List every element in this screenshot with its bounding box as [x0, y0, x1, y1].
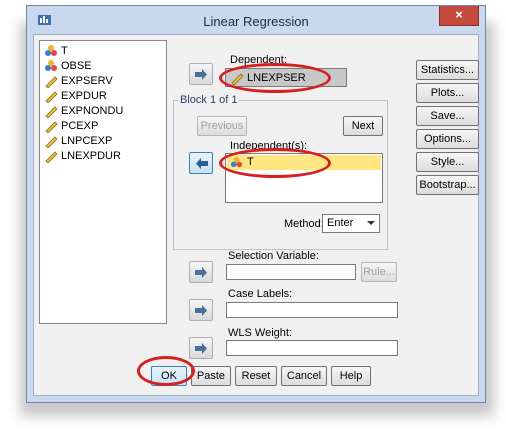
variable-name: LNEXPDUR	[61, 150, 121, 162]
scale-icon	[45, 76, 58, 88]
list-item[interactable]: PCEXP	[44, 119, 98, 133]
case-labels-label: Case Labels:	[228, 288, 293, 300]
list-item[interactable]: LNPCEXP	[44, 134, 112, 148]
scale-icon	[45, 121, 58, 133]
window-title: Linear Regression	[203, 14, 309, 29]
move-to-wls-weight-button[interactable]	[189, 337, 213, 359]
wls-weight-field[interactable]	[226, 340, 398, 356]
nominal-icon	[45, 60, 57, 71]
list-item[interactable]: LNEXPDUR	[44, 149, 121, 163]
arrow-right-icon	[195, 69, 207, 80]
nominal-icon	[45, 45, 57, 56]
arrow-right-icon	[195, 267, 207, 278]
variable-name: T	[61, 45, 68, 57]
list-item[interactable]: EXPSERV	[44, 74, 113, 88]
method-value: Enter	[327, 217, 354, 229]
block-title: Block 1 of 1	[178, 94, 240, 106]
move-to-dependent-button[interactable]	[189, 63, 213, 85]
next-button[interactable]: Next	[343, 116, 383, 136]
selection-variable-field[interactable]	[226, 264, 356, 280]
previous-button[interactable]: Previous	[197, 116, 247, 136]
list-item[interactable]: T	[44, 44, 68, 58]
selection-variable-label: Selection Variable:	[228, 250, 319, 262]
paste-button[interactable]: Paste	[191, 366, 231, 386]
move-to-selection-button[interactable]	[189, 261, 213, 283]
plots-button[interactable]: Plots...	[416, 83, 479, 103]
rule-button[interactable]: Rule...	[361, 262, 397, 282]
chevron-down-icon	[367, 221, 375, 225]
options-button[interactable]: Options...	[416, 129, 479, 149]
variable-name: EXPNONDU	[61, 105, 124, 117]
scale-icon	[45, 136, 58, 148]
statistics-button[interactable]: Statistics...	[416, 60, 479, 80]
annotation-oval-independent	[219, 148, 331, 178]
wls-weight-label: WLS Weight:	[228, 327, 292, 339]
cancel-button[interactable]: Cancel	[281, 366, 327, 386]
variable-name: EXPSERV	[61, 75, 113, 87]
reset-button[interactable]: Reset	[235, 366, 277, 386]
variable-name: EXPDUR	[61, 90, 107, 102]
list-item[interactable]: EXPNONDU	[44, 104, 123, 118]
bootstrap-button[interactable]: Bootstrap...	[416, 175, 479, 195]
style-button[interactable]: Style...	[416, 152, 479, 172]
scale-icon	[45, 151, 58, 163]
close-button[interactable]: ×	[439, 6, 479, 26]
move-to-case-labels-button[interactable]	[189, 299, 213, 321]
scale-icon	[45, 106, 58, 118]
move-to-independent-button[interactable]	[189, 152, 213, 174]
arrow-right-icon	[195, 305, 207, 316]
variable-name: PCEXP	[61, 120, 99, 132]
title-bar: Linear Regression ×	[27, 6, 485, 34]
source-variable-list[interactable]: T OBSE EXPSERV EXPDUR EXPNONDU PCEXP LNP…	[39, 40, 167, 324]
method-select[interactable]: Enter	[322, 214, 380, 233]
arrow-left-icon	[196, 158, 208, 169]
list-item[interactable]: EXPDUR	[44, 89, 107, 103]
variable-name: OBSE	[61, 60, 92, 72]
help-button[interactable]: Help	[331, 366, 371, 386]
list-item[interactable]: OBSE	[44, 59, 92, 73]
scale-icon	[45, 91, 58, 103]
save-button[interactable]: Save...	[416, 106, 479, 126]
case-labels-field[interactable]	[226, 302, 398, 318]
method-label: Method:	[284, 218, 324, 230]
arrow-right-icon	[195, 343, 207, 354]
variable-name: LNPCEXP	[61, 135, 113, 147]
annotation-oval-ok	[137, 356, 195, 386]
annotation-oval-dependent	[219, 63, 331, 93]
